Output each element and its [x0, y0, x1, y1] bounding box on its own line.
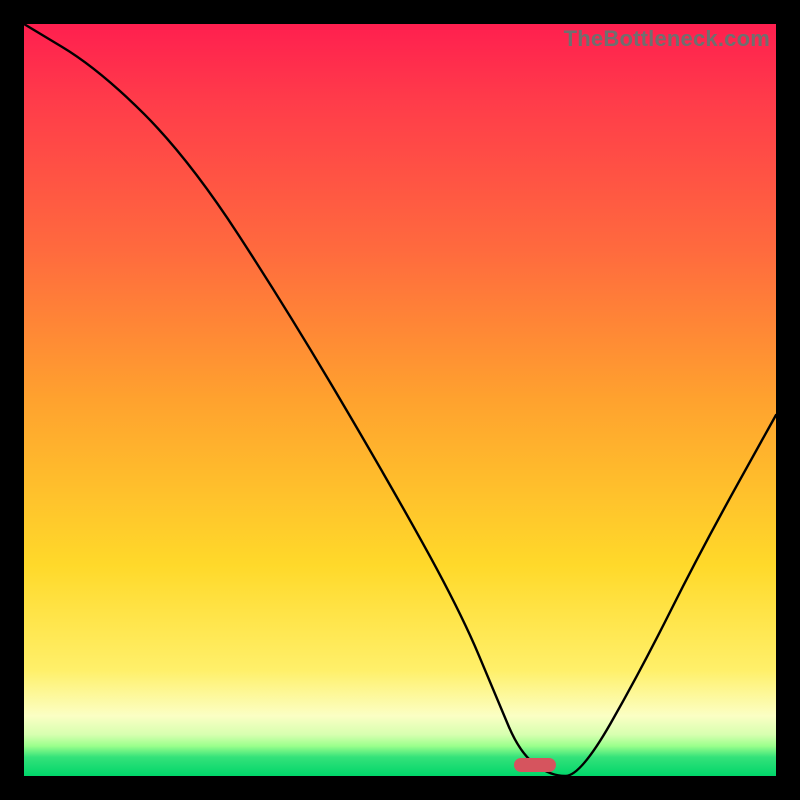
bottleneck-curve [24, 24, 776, 776]
chart-frame: TheBottleneck.com [0, 0, 800, 800]
watermark-text: TheBottleneck.com [564, 26, 770, 52]
plot-area: TheBottleneck.com [24, 24, 776, 776]
valley-marker [514, 758, 556, 772]
